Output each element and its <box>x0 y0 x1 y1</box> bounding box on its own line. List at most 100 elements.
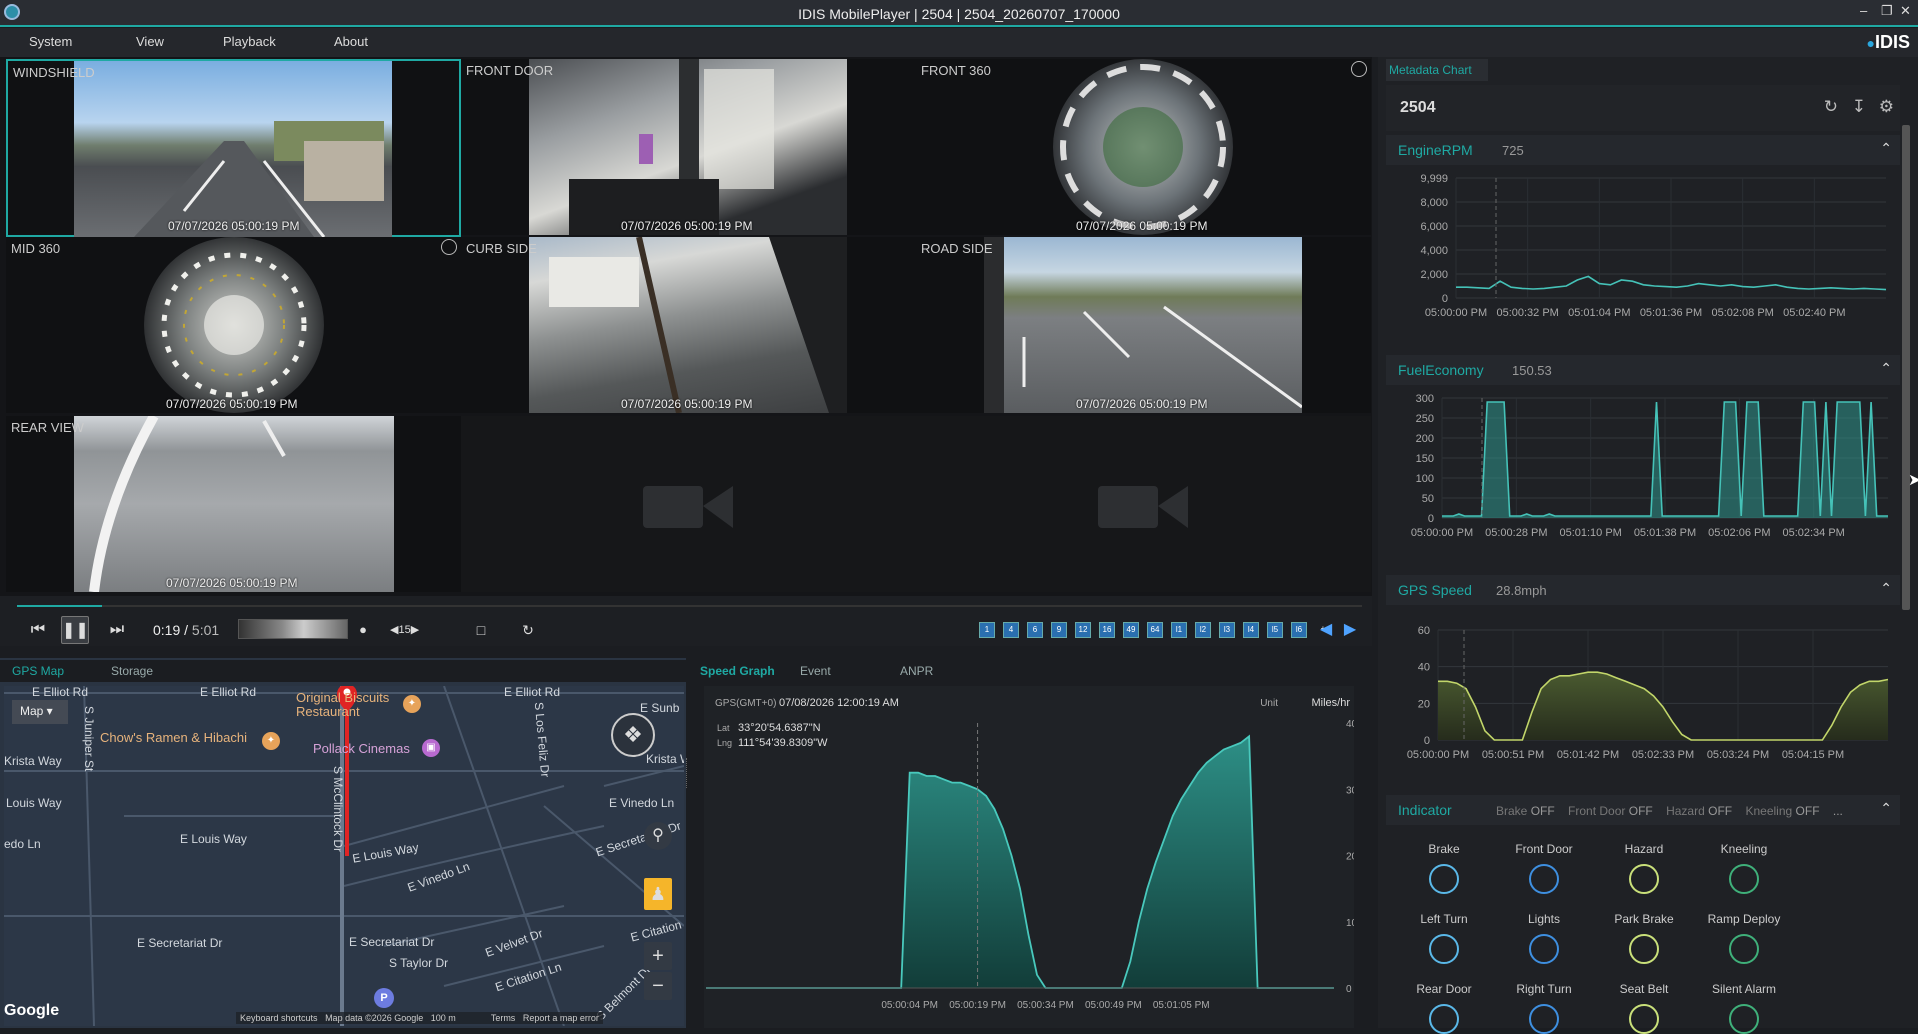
layout-button[interactable]: l5 <box>1267 622 1283 638</box>
lock-icon[interactable]: ● <box>349 616 377 644</box>
camera-tile-front-door[interactable]: FRONT DOOR 07/07/2026 05:00:19 PM <box>461 59 916 235</box>
cinema-icon[interactable]: ▣ <box>422 739 440 757</box>
map-scale: 100 m <box>430 1013 456 1023</box>
poi-cinema[interactable]: Pollack Cinemas <box>313 741 410 756</box>
skip-start-button[interactable]: ⏮ <box>24 616 52 644</box>
chevron-up-icon[interactable]: ⌃ <box>1880 580 1892 597</box>
camera-tile-front-360[interactable]: FRONT 360 07/07/2026 05:00:19 PM <box>916 59 1371 235</box>
download-icon[interactable]: ↧ <box>1852 97 1866 117</box>
restaurant-icon[interactable]: ✦ <box>403 695 421 713</box>
layout-button[interactable]: 49 <box>1123 622 1139 638</box>
gps-speed-chart[interactable]: 0 20 40 60 05:00:00 PM 05:00:51 PM 05:01:42 PM… <box>1386 610 1900 780</box>
speed-slider[interactable] <box>238 619 348 639</box>
current-time: 0:19 <box>153 622 181 638</box>
poi-ramen[interactable]: Chow's Ramen & Hibachi <box>100 730 247 745</box>
tab-gps-map[interactable]: GPS Map <box>12 664 64 678</box>
menu-playback[interactable]: Playback <box>223 34 276 49</box>
keyboard-shortcuts-link[interactable]: Keyboard shortcuts <box>240 1013 318 1023</box>
section-engine-rpm[interactable]: EngineRPM 725 ⌃ <box>1386 135 1900 165</box>
seek-bar[interactable] <box>17 605 1362 607</box>
engine-rpm-chart[interactable]: 0 2,000 4,000 6,000 8,000 9,999 05:00:00 PM 05:… <box>1386 170 1900 340</box>
curb-scene <box>549 237 847 413</box>
fullscreen-control[interactable]: ⚲ <box>644 822 672 850</box>
y-tick-label: 0 <box>1442 293 1448 305</box>
fisheye-scene <box>161 252 307 398</box>
layout-button[interactable]: 6 <box>1027 622 1043 638</box>
tab-speed-graph[interactable]: Speed Graph <box>700 664 775 678</box>
y-tick-label: 0 <box>1424 735 1430 747</box>
parking-icon[interactable]: P <box>374 988 394 1008</box>
menu-system[interactable]: System <box>29 34 72 49</box>
fisheye-toggle-icon[interactable] <box>1351 61 1367 77</box>
tab-anpr[interactable]: ANPR <box>900 664 933 678</box>
chevron-up-icon[interactable]: ⌃ <box>1880 800 1892 817</box>
restaurant-icon[interactable]: ✦ <box>262 732 280 750</box>
map-type-button[interactable]: Map ▾ <box>12 700 68 724</box>
compass-control[interactable]: ❖ <box>611 713 655 757</box>
close-icon[interactable]: ✕ <box>1900 3 1911 19</box>
camera-tile-road-side[interactable]: ROAD SIDE 07/07/2026 05:00:19 PM <box>916 237 1371 413</box>
pause-button[interactable]: ❚❚ <box>61 616 89 644</box>
camera-tile-mid-360[interactable]: MID 360 07/07/2026 05:00:19 PM <box>6 237 461 413</box>
street-view-icon[interactable]: ♟ <box>644 878 672 910</box>
y-tick-label: 20 <box>1418 698 1430 710</box>
refresh-icon[interactable]: ↻ <box>1824 97 1838 117</box>
layout-button[interactable]: 1 <box>979 622 995 638</box>
menu-about[interactable]: About <box>334 34 368 49</box>
section-gps-speed[interactable]: GPS Speed 28.8mph ⌃ <box>1386 575 1900 605</box>
chevron-up-icon[interactable]: ⌃ <box>1880 360 1892 377</box>
layout-button[interactable]: l1 <box>1171 622 1187 638</box>
scrollbar[interactable] <box>1902 125 1910 610</box>
layout-button[interactable]: 64 <box>1147 622 1163 638</box>
splitter-handle[interactable] <box>686 758 690 788</box>
camera-tile-curb-side[interactable]: CURB SIDE 07/07/2026 05:00:19 PM <box>461 237 916 413</box>
indicator-label: Seat Belt <box>1619 982 1669 996</box>
report-map-error-link[interactable]: Report a map error <box>523 1013 599 1023</box>
zoom-in-button[interactable]: + <box>644 942 672 970</box>
tab-metadata-chart[interactable]: Metadata Chart <box>1386 59 1488 81</box>
layout-button[interactable]: 9 <box>1051 622 1067 638</box>
camera-tile-rear-view[interactable]: REAR VIEW 07/07/2026 05:00:19 PM <box>6 416 461 592</box>
skip-end-button[interactable]: ⏭ <box>103 616 131 644</box>
y-tick-label: 4,000 <box>1420 245 1448 257</box>
section-title: EngineRPM <box>1398 142 1473 158</box>
menu-view[interactable]: View <box>136 34 164 49</box>
x-tick-label: 05:00:34 PM <box>1017 1000 1074 1011</box>
map-label: E Louis Way <box>180 832 247 846</box>
settings-icon[interactable]: ⚙ <box>1879 97 1894 117</box>
section-indicator[interactable]: Indicator Brake OFF Front Door OFF Hazar… <box>1386 795 1900 825</box>
gps-map[interactable]: E Elliot Rd E Elliot Rd E Sunb E Elliot … <box>4 686 684 1026</box>
indicator-label: Silent Alarm <box>1711 982 1777 996</box>
chevron-up-icon[interactable]: ⌃ <box>1880 140 1892 157</box>
next-page-icon[interactable]: ▶ <box>1336 616 1364 644</box>
snapshot-icon[interactable]: □ <box>467 616 495 644</box>
speed-chart[interactable]: 0 10 20 30 40 05:00:04 PM 05:00:19 PM 05:00:34 … <box>704 686 1354 1016</box>
time-separator: / <box>184 622 189 638</box>
layout-button[interactable]: l6 <box>1291 622 1307 638</box>
road-scene <box>134 121 384 237</box>
tab-storage[interactable]: Storage <box>111 664 153 678</box>
layout-button[interactable]: 16 <box>1099 622 1115 638</box>
minimize-icon[interactable]: – <box>1860 3 1867 18</box>
poi-biscuits[interactable]: Original Biscuits Restaurant <box>296 691 406 719</box>
camera-tile-empty[interactable] <box>916 416 1371 592</box>
camera-tile-empty[interactable] <box>461 416 916 592</box>
tab-event[interactable]: Event <box>800 664 831 678</box>
step-control[interactable]: ◀15▶ <box>390 616 419 644</box>
layout-button[interactable]: l4 <box>1243 622 1259 638</box>
layout-button[interactable]: 4 <box>1003 622 1019 638</box>
brand-logo: ●IDIS <box>1866 32 1910 52</box>
layout-button[interactable]: l3 <box>1219 622 1235 638</box>
restore-icon[interactable]: ❐ <box>1881 3 1893 19</box>
section-title: FuelEconomy <box>1398 362 1484 378</box>
section-fuel-economy[interactable]: FuelEconomy 150.53 ⌃ <box>1386 355 1900 385</box>
camera-tile-windshield[interactable]: WINDSHIELD 07/07/2026 05:00:19 PM <box>6 59 461 237</box>
terms-link[interactable]: Terms <box>491 1013 516 1023</box>
zoom-out-button[interactable]: − <box>644 972 672 1000</box>
fisheye-toggle-icon[interactable] <box>441 239 457 255</box>
y-tick-label: 0 <box>1346 984 1352 995</box>
layout-button[interactable]: 12 <box>1075 622 1091 638</box>
layout-button[interactable]: l2 <box>1195 622 1211 638</box>
repeat-icon[interactable]: ↻ <box>514 616 542 644</box>
fuel-economy-chart[interactable]: 0 50 100 150 200 250 300 05:00:00 PM 05:00:28 PM… <box>1386 390 1900 560</box>
